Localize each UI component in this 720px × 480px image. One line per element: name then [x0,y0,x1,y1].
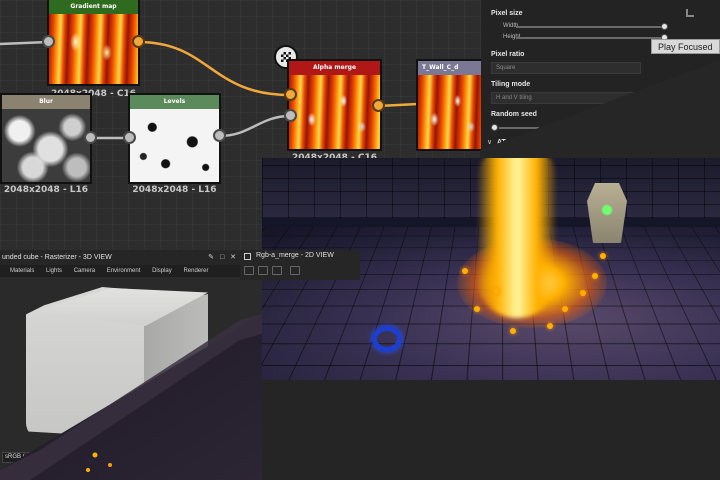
close-icon[interactable]: ✕ [230,254,236,261]
2d-toolbar-button-4[interactable] [290,266,300,275]
shade-panel-gap [480,60,720,158]
3d-view-title: unded cube - Rasterizer - 3D VIEW [0,250,240,265]
menu-lights[interactable]: Lights [46,268,62,274]
ember [580,290,586,296]
2d-toolbar-button-3[interactable] [272,266,282,275]
ember [462,268,468,274]
empty-panel [262,380,720,480]
ember [86,468,90,472]
ember [547,323,553,329]
menu-camera[interactable]: Camera [74,268,95,274]
player-marker-ring [372,326,402,352]
dungeon-corner-overlay [0,314,262,480]
play-focused-tooltip: Play Focused [651,39,720,54]
ember [562,306,568,312]
3d-view-icons: ✎ □ ✕ [208,253,236,261]
ember [474,306,480,312]
3d-view-menu: Materials Lights Camera Environment Disp… [0,265,240,277]
2d-toolbar-button-2[interactable] [258,266,268,275]
ember [92,452,98,458]
pin-icon[interactable]: ✎ [208,254,214,261]
stone-golem-character [587,183,627,243]
menu-display[interactable]: Display [152,268,172,274]
menu-renderer[interactable]: Renderer [183,268,208,274]
2d-toolbar-button-1[interactable] [244,266,254,275]
menu-materials[interactable]: Materials [10,268,34,274]
menu-environment[interactable]: Environment [107,268,141,274]
ember [592,273,598,279]
ember [494,288,500,294]
view-grid-icon[interactable] [244,253,251,260]
ember [600,253,606,259]
2d-view-panel[interactable]: Rgb-a_merge - 2D VIEW [240,250,360,280]
ember [108,463,112,467]
2d-view-title: Rgb-a_merge - 2D VIEW [256,252,334,259]
fire-pillar [477,158,557,318]
maximize-icon[interactable]: □ [220,254,224,261]
ember [510,328,516,334]
